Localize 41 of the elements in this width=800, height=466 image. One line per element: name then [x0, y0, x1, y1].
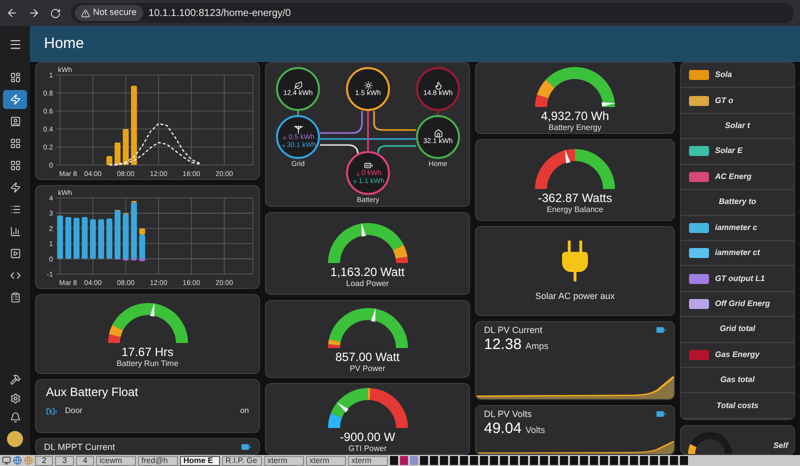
- sensor-title: DL PV Current: [484, 325, 542, 336]
- button-label: Solar AC power aux: [535, 290, 615, 304]
- gauge-value: -362.87 Watts: [538, 191, 612, 205]
- gauge-value: 857.00 Watt: [335, 350, 400, 364]
- legend-label: Gas Energy: [715, 348, 760, 361]
- sensor-title: DL MPPT Current: [44, 442, 116, 453]
- gauge-label: Load Power: [346, 278, 389, 288]
- gauge-label: Battery Energy: [548, 123, 602, 133]
- security-label: Not secure: [93, 6, 137, 20]
- legend-label: Gas total: [720, 374, 755, 386]
- gauge-value: 4,932.70 Wh: [540, 109, 610, 123]
- legend-label: iammeter ct: [715, 247, 760, 260]
- page-title: Home: [44, 34, 84, 54]
- sensor-value: 49.04: [484, 420, 522, 437]
- entity-name: Door: [65, 405, 84, 417]
- gauge-label: Battery Run Time: [116, 359, 178, 369]
- gauge-value: -900.00 W: [340, 430, 396, 444]
- entity-state: on: [240, 405, 249, 417]
- gauge-label: Energy Balance: [546, 205, 604, 215]
- legend-label: GT output L1: [715, 272, 765, 285]
- url-text: 10.1.1.100:8123/home-energy/0: [148, 6, 291, 20]
- legend-label: Grid total: [720, 323, 756, 336]
- sensor-unit: Amps: [526, 340, 549, 353]
- gauge-value: 1,163.20 Watt: [330, 264, 405, 278]
- legend-label: iammeter c: [715, 222, 758, 234]
- legend-label: Sola: [715, 69, 732, 82]
- card-title: Self: [773, 440, 788, 452]
- gauge-label: GTI Power: [348, 444, 387, 454]
- sensor-unit: Volts: [526, 424, 546, 437]
- sensor-title: DL PV Volts: [484, 409, 532, 420]
- gauge-label: PV Power: [350, 364, 386, 374]
- gauge-value: 17.67 Hrs: [121, 345, 174, 359]
- legend-label: Off Grid Energ: [715, 298, 770, 310]
- legend-label: AC Energ: [715, 170, 752, 183]
- legend-label: Solar t: [725, 120, 750, 132]
- legend-label: Battery to: [718, 196, 756, 208]
- legend-label: Total costs: [716, 400, 758, 412]
- legend-label: GT o: [715, 94, 734, 107]
- sensor-value: 12.38: [484, 336, 522, 353]
- legend-label: Solar E: [715, 145, 743, 158]
- card-title: Aux Battery Float: [46, 385, 140, 399]
